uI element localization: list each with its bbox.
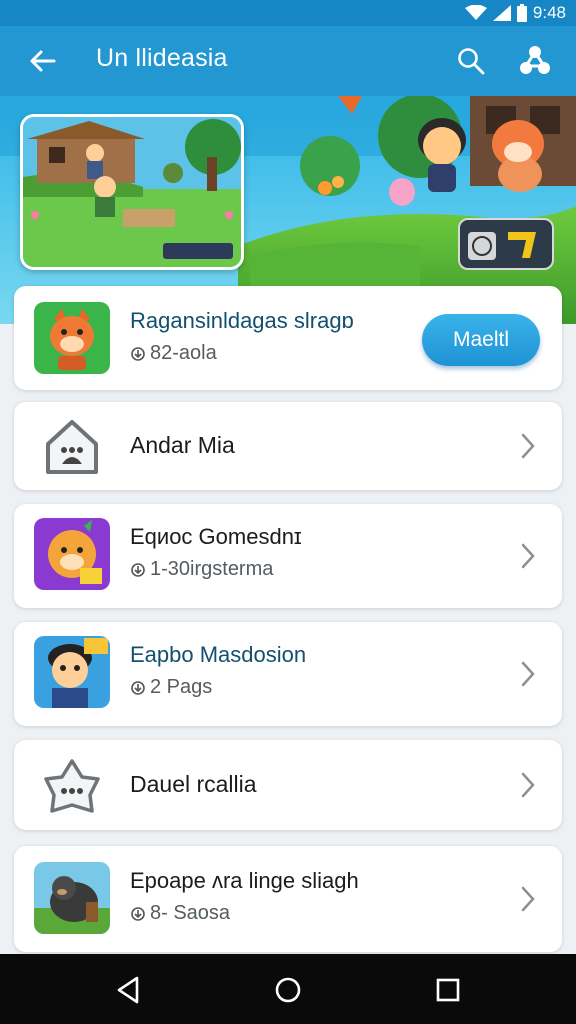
download-icon xyxy=(131,562,145,577)
list-item-icon xyxy=(34,410,110,482)
page-title: Un llideasia xyxy=(96,44,228,72)
nav-recents-icon xyxy=(436,978,460,1002)
battery-icon xyxy=(516,4,527,22)
nav-back-button[interactable] xyxy=(108,970,148,1010)
featured-app-card[interactable]: Ragansinldagas slragɒ 82-aola Maeltl xyxy=(14,286,562,390)
chevron-right-icon[interactable] xyxy=(516,770,540,800)
chevron-right-icon[interactable] xyxy=(516,884,540,914)
share-button[interactable] xyxy=(512,40,558,82)
system-nav-bar xyxy=(0,954,576,1024)
list-item[interactable]: Dauel rcallia xyxy=(14,740,562,830)
list-item-meta-text: 1-30irgsterma xyxy=(150,558,274,580)
list-item-title: Andar Mia xyxy=(130,432,235,458)
rating-badge xyxy=(458,218,554,270)
list-item-title: Dauel rcallia xyxy=(130,771,257,797)
nav-home-icon xyxy=(275,977,301,1003)
list-item-meta-text: 8- Saosa xyxy=(150,902,231,924)
app-meta-text: 82-aola xyxy=(150,342,217,364)
list-item[interactable]: Eqиoc Gomesdnɪ 1-30irgsterma xyxy=(14,504,562,608)
list-item-icon xyxy=(34,518,110,590)
search-icon xyxy=(458,48,485,75)
status-icons: 9:48 xyxy=(464,3,566,23)
list-item-title: Eqиoc Gomesdnɪ xyxy=(130,524,302,549)
list-item[interactable]: Andar Mia xyxy=(14,402,562,490)
nav-back-icon xyxy=(117,976,139,1004)
list-item-icon xyxy=(34,636,110,708)
back-arrow-icon xyxy=(30,50,56,72)
back-button[interactable] xyxy=(22,42,62,80)
app-title: Ragansinldagas slragɒ xyxy=(130,308,354,333)
list-item-meta: 8- Saosa xyxy=(130,902,230,925)
list-item[interactable]: Epoape ʌra linge sliagh 8- Saosa xyxy=(14,846,562,952)
game-screenshot-thumbnail[interactable] xyxy=(20,114,244,270)
list-item-icon xyxy=(34,749,110,821)
signal-icon xyxy=(492,5,511,21)
list-item-title: Epoape ʌra linge sliagh xyxy=(130,868,359,893)
chevron-right-icon[interactable] xyxy=(516,541,540,571)
wifi-icon xyxy=(464,5,487,20)
list-item-meta-text: 2 Pags xyxy=(150,676,213,698)
list-item[interactable]: Eapbo Masdosion 2 Pags xyxy=(14,622,562,726)
star-icon xyxy=(44,759,100,813)
status-bar: 9:48 xyxy=(0,0,576,26)
badge-icon xyxy=(468,232,536,260)
download-icon xyxy=(131,346,145,361)
download-icon xyxy=(131,680,145,695)
nav-recents-button[interactable] xyxy=(428,970,468,1010)
app-bar: Un llideasia xyxy=(0,26,576,96)
search-button[interactable] xyxy=(450,42,492,80)
install-button[interactable]: Maeltl xyxy=(422,314,540,366)
app-meta: 82-aola xyxy=(130,342,217,365)
list-item-meta: 2 Pags xyxy=(130,676,212,699)
house-icon xyxy=(46,420,98,474)
thumbnail-artwork xyxy=(23,117,241,267)
list-item-meta: 1-30irgsterma xyxy=(130,558,273,581)
chevron-right-icon[interactable] xyxy=(516,431,540,461)
list-item-title: Eapbo Masdosion xyxy=(130,642,307,667)
status-time: 9:48 xyxy=(532,3,566,22)
nav-home-button[interactable] xyxy=(268,970,308,1010)
chevron-right-icon[interactable] xyxy=(516,659,540,689)
app-icon xyxy=(34,302,110,374)
share-icon xyxy=(520,46,550,74)
download-icon xyxy=(131,906,145,921)
list-item-icon xyxy=(34,862,110,934)
